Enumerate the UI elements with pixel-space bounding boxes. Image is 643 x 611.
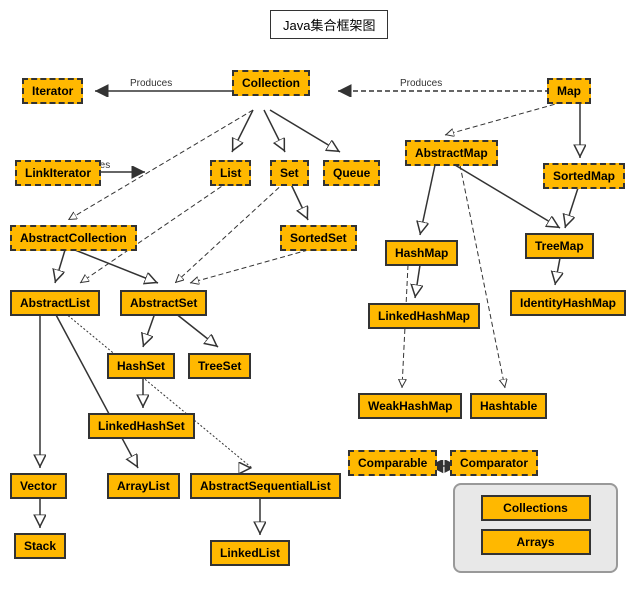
node-treemap: TreeMap [525,233,594,259]
node-arraylist: ArrayList [107,473,180,499]
node-sortedset: SortedSet [280,225,357,251]
node-map: Map [547,78,591,104]
node-collection: Collection [232,70,310,96]
node-vector: Vector [10,473,67,499]
diagram-container: Java集合框架图 Produces Produces [0,0,643,611]
node-treeset: TreeSet [188,353,251,379]
node-collections: Collections [481,495,591,521]
node-queue: Queue [323,160,380,186]
node-arrays: Arrays [481,529,591,555]
title-box: Java集合框架图 [270,10,388,39]
node-abstractsequentiallist: AbstractSequentialList [190,473,341,499]
node-abstractlist: AbstractList [10,290,100,316]
node-abstractmap: AbstractMap [405,140,498,166]
node-comparable: Comparable [348,450,437,476]
node-comparator: Comparator [450,450,538,476]
node-identityhashmap: IdentityHashMap [510,290,626,316]
node-abstractset: AbstractSet [120,290,207,316]
node-abstractcollection: AbstractCollection [10,225,137,251]
node-set: Set [270,160,309,186]
node-list: List [210,160,251,186]
node-linkedlist: LinkedList [210,540,290,566]
node-stack: Stack [14,533,66,559]
node-linkedhashset: LinkedHashSet [88,413,195,439]
node-weakhashmap: WeakHashMap [358,393,462,419]
node-linkiterator: LinkIterator [15,160,101,186]
node-iterator: Iterator [22,78,83,104]
node-sortedmap: SortedMap [543,163,625,189]
legend-box: Collections Arrays [453,483,618,573]
svg-text:Produces: Produces [130,78,172,89]
title-text: Java集合框架图 [283,18,375,33]
node-hashset: HashSet [107,353,175,379]
svg-text:Produces: Produces [400,78,442,89]
node-hashtable: Hashtable [470,393,547,419]
node-hashmap: HashMap [385,240,458,266]
node-linkedhashmap: LinkedHashMap [368,303,480,329]
